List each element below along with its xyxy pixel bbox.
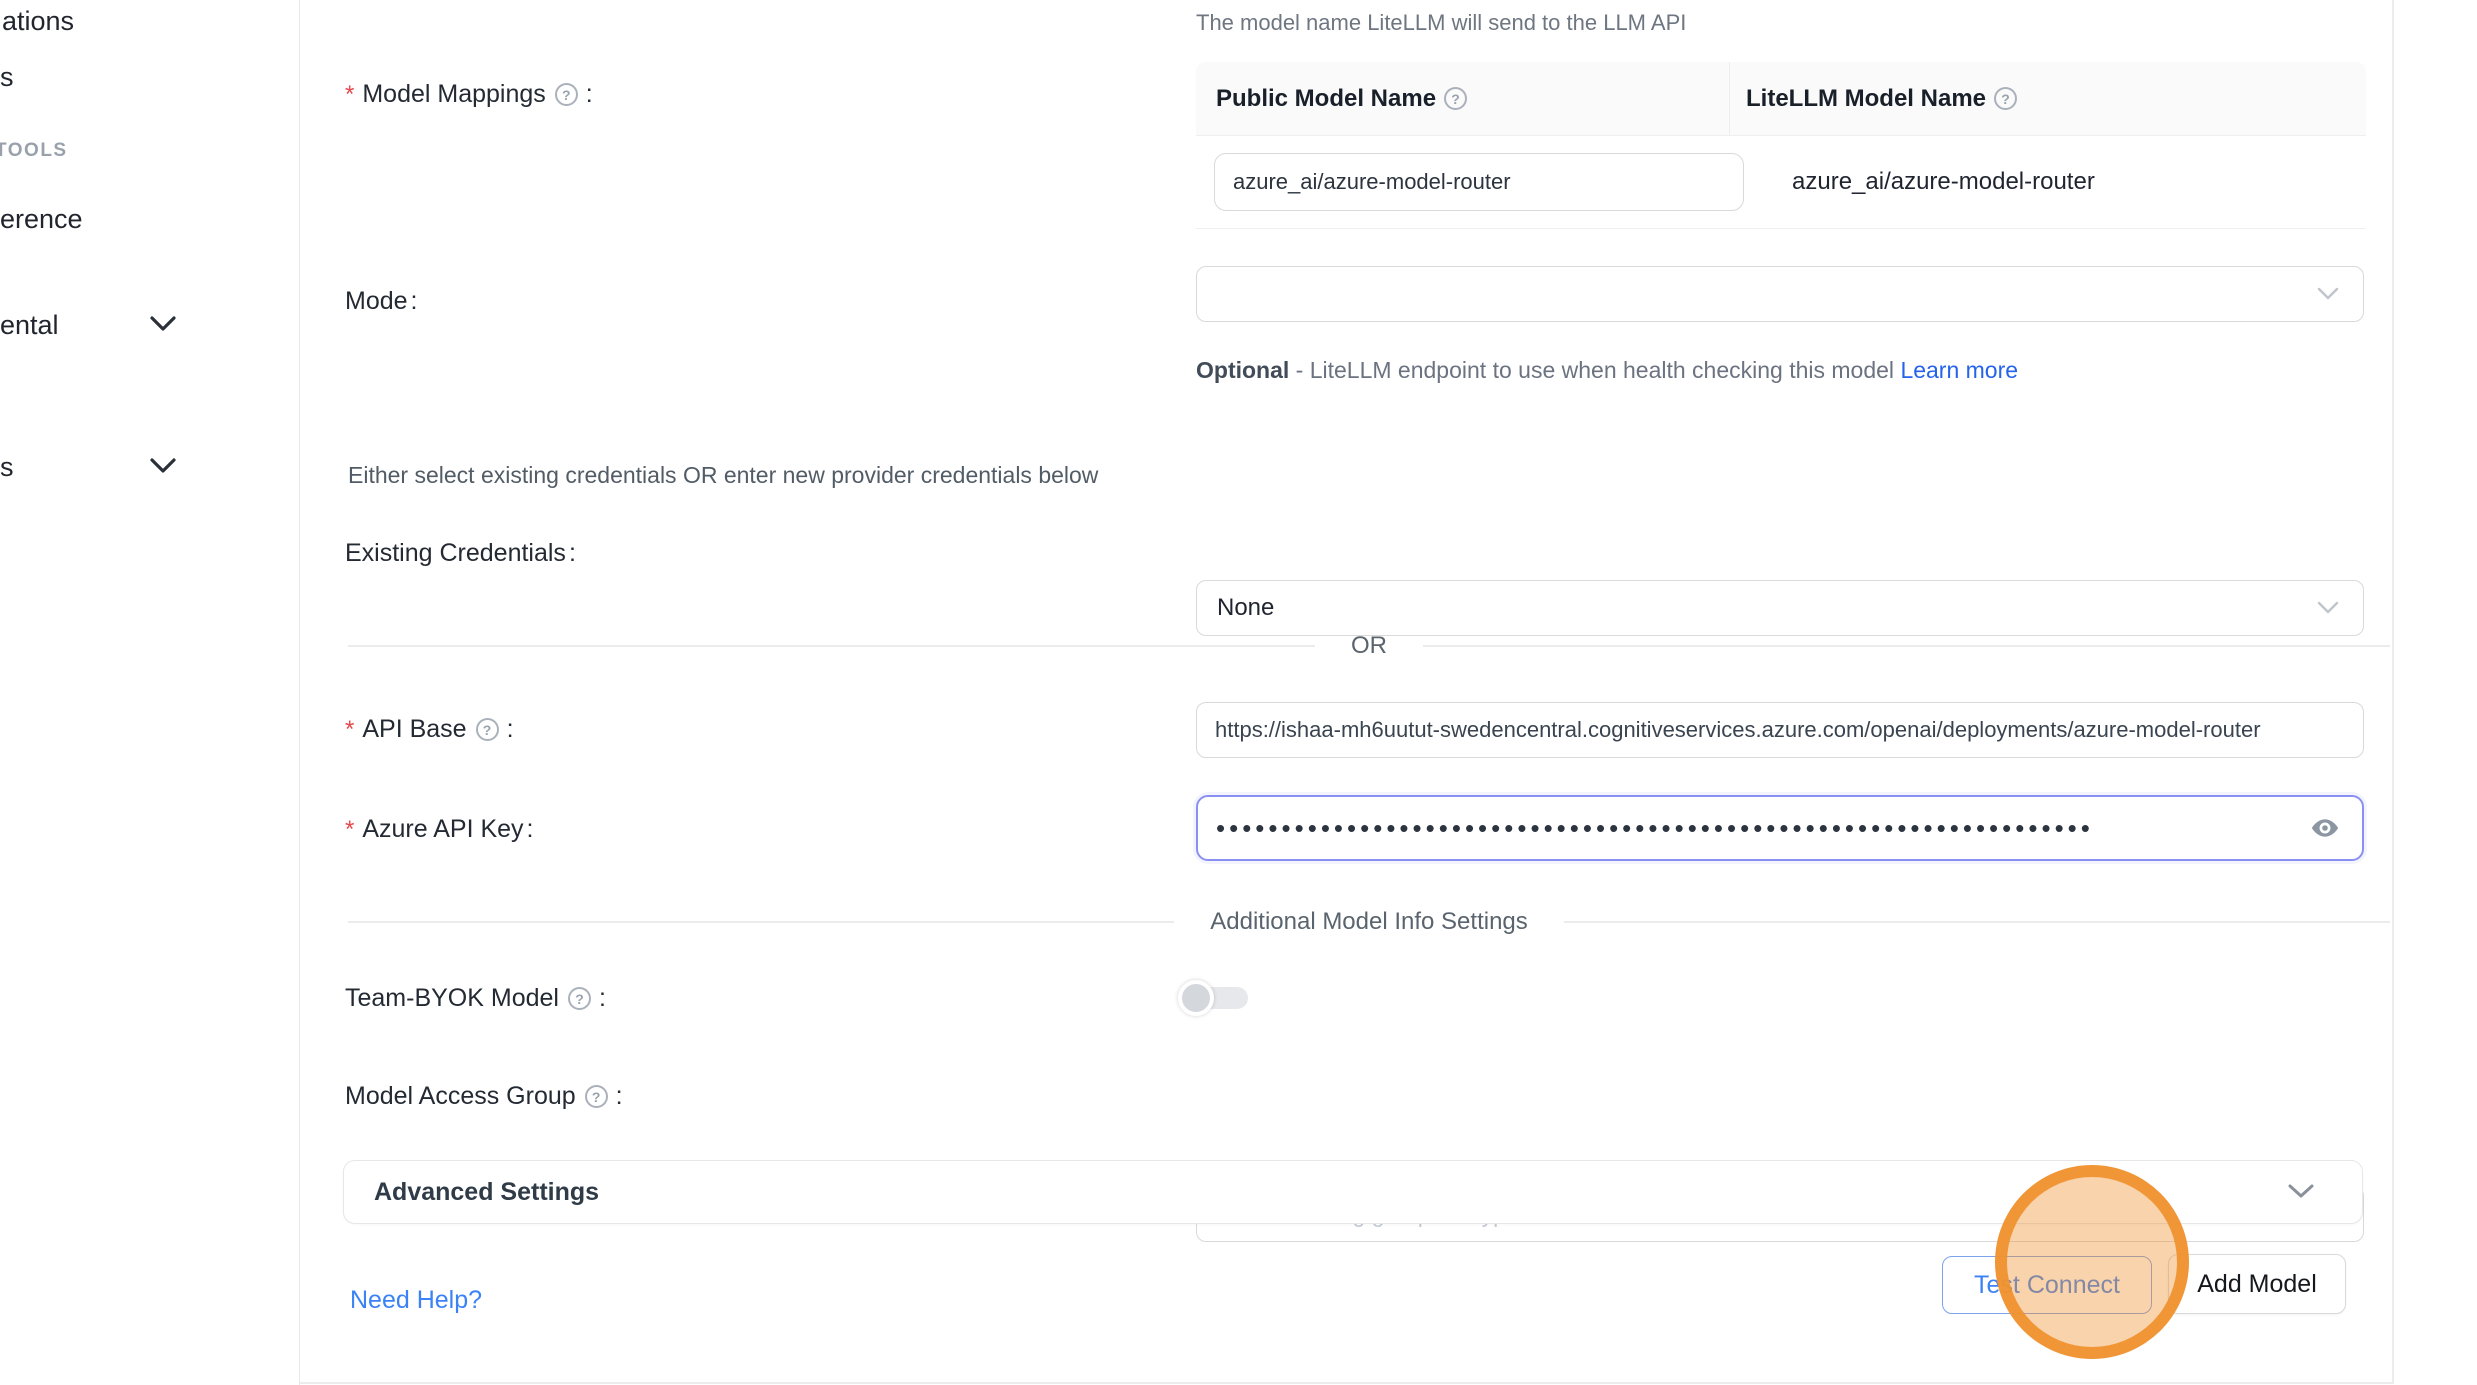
masked-password-value: ••••••••••••••••••••••••••••••••••••••••… xyxy=(1198,813,2258,844)
mode-select[interactable] xyxy=(1196,266,2364,322)
team-byok-label: Team-BYOK Model ? : xyxy=(345,984,606,1013)
column-header-litellm-model-name: LiteLLM Model Name ? xyxy=(1730,85,2022,113)
column-header-public-model-name: Public Model Name ? xyxy=(1196,62,1730,135)
help-question-icon[interactable]: ? xyxy=(555,83,578,106)
add-model-button[interactable]: Add Model xyxy=(2168,1254,2346,1314)
table-row: azure_ai/azure-model-router xyxy=(1196,136,2366,228)
api-base-field xyxy=(1196,702,2364,758)
sidebar-item-organizations[interactable]: ations xyxy=(2,6,74,37)
additional-info-divider: Additional Model Info Settings xyxy=(348,908,2390,936)
api-base-label: * API Base ? : xyxy=(345,715,514,744)
existing-credentials-select[interactable]: None xyxy=(1196,580,2364,636)
advanced-settings-title: Advanced Settings xyxy=(374,1178,2288,1207)
chevron-down-icon xyxy=(2317,287,2339,301)
eye-icon[interactable] xyxy=(2308,811,2342,845)
or-divider: OR xyxy=(348,632,2390,660)
sidebar-section-tools: TOOLS xyxy=(0,140,68,162)
mode-helper-text: Optional - LiteLLM endpoint to use when … xyxy=(1196,350,2026,391)
learn-more-link[interactable]: Learn more xyxy=(1900,357,2018,383)
public-model-name-input[interactable] xyxy=(1214,153,1744,211)
required-asterisk: * xyxy=(345,716,354,744)
existing-credentials-label: Existing Credentials : xyxy=(345,539,576,568)
azure-api-key-input[interactable]: ••••••••••••••••••••••••••••••••••••••••… xyxy=(1196,795,2364,861)
model-access-group-label: Model Access Group ? : xyxy=(345,1082,623,1111)
add-model-form: The model name LiteLLM will send to the … xyxy=(300,0,2394,1384)
sidebar-item-users[interactable]: s xyxy=(0,62,14,93)
model-mappings-table: Public Model Name ? LiteLLM Model Name ?… xyxy=(1196,62,2366,229)
sidebar-item-experimental[interactable]: ental xyxy=(0,310,59,341)
team-byok-toggle[interactable] xyxy=(1178,980,1252,1016)
api-base-input[interactable] xyxy=(1197,717,2363,743)
chevron-down-icon xyxy=(2317,601,2339,615)
additional-info-divider-text: Additional Model Info Settings xyxy=(1210,908,1528,936)
model-mappings-label: * Model Mappings ? : xyxy=(345,80,593,109)
table-header-row: Public Model Name ? LiteLLM Model Name ? xyxy=(1196,62,2366,136)
mode-label: Mode : xyxy=(345,287,418,316)
sidebar-item-settings[interactable]: s xyxy=(0,452,14,483)
chevron-down-icon xyxy=(2288,1184,2314,1200)
test-connect-button[interactable]: Test Connect xyxy=(1942,1256,2152,1314)
required-asterisk: * xyxy=(345,81,354,109)
litellm-model-name-value: azure_ai/azure-model-router xyxy=(1744,168,2095,196)
sidebar: ations s TOOLS erence ental s xyxy=(0,0,300,1385)
required-asterisk: * xyxy=(345,816,354,844)
help-question-icon[interactable]: ? xyxy=(585,1085,608,1108)
or-divider-text: OR xyxy=(1351,632,1387,660)
chevron-down-icon[interactable] xyxy=(150,458,176,474)
help-question-icon[interactable]: ? xyxy=(476,718,499,741)
advanced-settings-panel[interactable]: Advanced Settings xyxy=(343,1160,2363,1224)
need-help-link[interactable]: Need Help? xyxy=(350,1286,482,1315)
help-question-icon[interactable]: ? xyxy=(568,987,591,1010)
chevron-down-icon[interactable] xyxy=(150,316,176,332)
model-name-hint: The model name LiteLLM will send to the … xyxy=(1196,10,1686,36)
sidebar-item-api-reference[interactable]: erence xyxy=(0,204,83,235)
credentials-intro-text: Either select existing credentials OR en… xyxy=(348,462,1098,489)
azure-api-key-label: * Azure API Key : xyxy=(345,815,534,844)
help-question-icon[interactable]: ? xyxy=(1994,87,2017,110)
help-question-icon[interactable]: ? xyxy=(1444,87,1467,110)
toggle-knob xyxy=(1178,980,1214,1016)
